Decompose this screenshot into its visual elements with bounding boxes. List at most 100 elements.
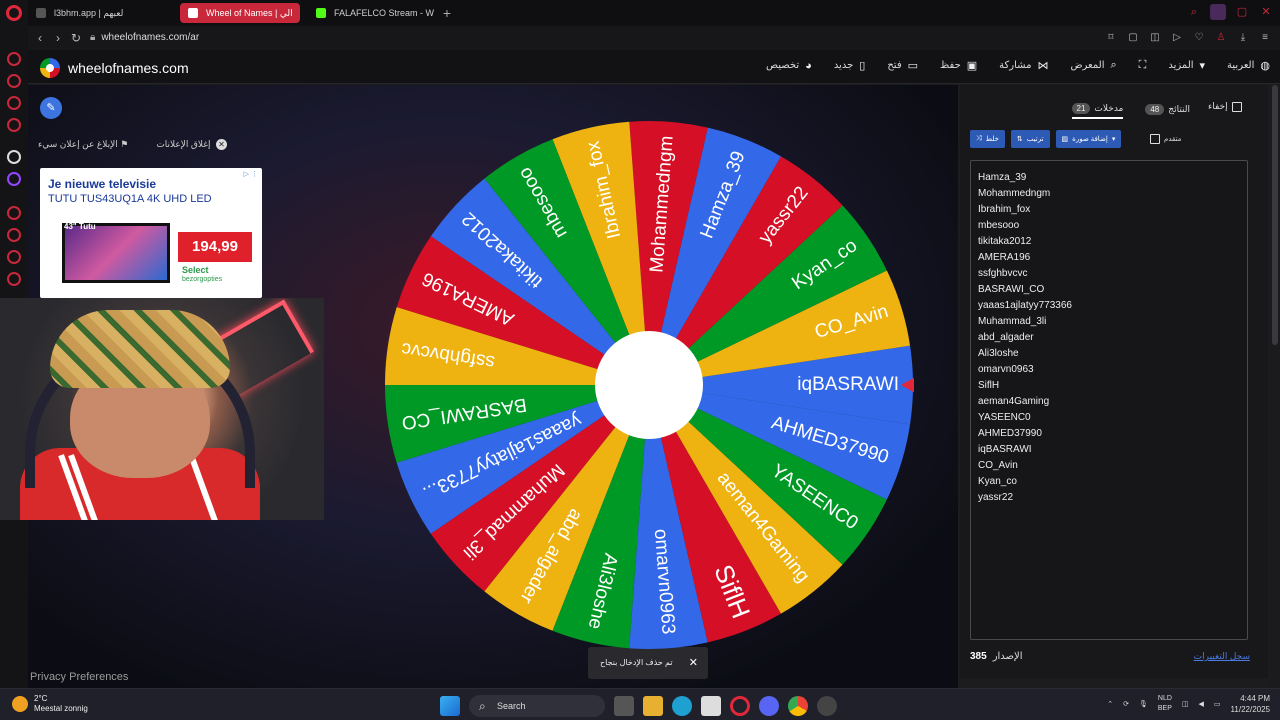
entry-line[interactable]: SiflH <box>978 378 1240 394</box>
shuffle-button[interactable]: ⤨ خلط <box>970 130 1005 148</box>
entry-line[interactable]: abd_algader <box>978 330 1240 346</box>
toast-close-button[interactable]: ✕ <box>689 647 698 679</box>
volume-icon[interactable]: ◀︎ <box>1199 700 1204 708</box>
menu-save[interactable]: ▣ حفظ <box>940 59 977 72</box>
chrome-icon[interactable] <box>788 696 808 716</box>
entry-line[interactable]: aeman4Gaming <box>978 394 1240 410</box>
sidebar-app-icon[interactable] <box>7 96 21 110</box>
entry-line[interactable]: yassr22 <box>978 490 1240 506</box>
advertisement[interactable]: ▷ ⋮ Je nieuwe televisie TUTU TUS43UQ1A 4… <box>40 168 262 298</box>
opera-taskbar-icon[interactable] <box>730 696 750 716</box>
entry-line[interactable]: Ibrahim_fox <box>978 202 1240 218</box>
edge-icon[interactable] <box>672 696 692 716</box>
weather-widget[interactable]: 2°C Meestal zonnig <box>12 694 88 714</box>
heart-icon[interactable]: ♡ <box>1192 30 1206 46</box>
reload-button[interactable]: ↻ <box>68 30 84 46</box>
entry-line[interactable]: iqBASRAWI <box>978 442 1240 458</box>
back-button[interactable]: ‹ <box>32 30 48 46</box>
history-icon[interactable] <box>7 228 21 242</box>
add-image-button[interactable]: ▨ إضافة صورة ▾ <box>1055 130 1122 148</box>
entry-line[interactable]: ssfghbvcvc <box>978 266 1240 282</box>
edit-pencil-button[interactable]: ✎ <box>40 97 62 119</box>
minimize-button[interactable] <box>1210 4 1226 20</box>
report-ad-link[interactable]: الإبلاغ عن إعلان سيء ⚑ <box>38 139 128 150</box>
sidebar-app-icon[interactable] <box>7 206 21 220</box>
network-app-icon[interactable]: ⟳ <box>1123 700 1129 708</box>
entries-textarea[interactable]: Hamza_39 Mohammedngm Ibrahim_fox mbesooo tik… <box>970 160 1248 640</box>
entry-line[interactable]: tikitaka2012 <box>978 234 1240 250</box>
entry-line[interactable]: Muhammad_3li <box>978 314 1240 330</box>
extension-icon[interactable]: ◫ <box>1148 30 1162 46</box>
ad-choices-icon[interactable]: ▷ ⋮ <box>244 170 258 178</box>
download-icon[interactable]: ⤓ <box>1236 30 1250 46</box>
close-ads-link[interactable]: إغلاق الإعلانات ✕ <box>156 139 227 150</box>
entry-line[interactable]: Hamza_39 <box>978 170 1240 186</box>
easy-setup-icon[interactable]: ≡ <box>1258 30 1272 46</box>
store-icon[interactable] <box>701 696 721 716</box>
chevron-up-icon[interactable]: ⌃ <box>1107 700 1113 708</box>
language-indicator[interactable]: NLD BEP <box>1158 694 1172 714</box>
entry-line[interactable]: yaaas1ajlatyy773366 <box>978 298 1240 314</box>
discord-icon[interactable] <box>759 696 779 716</box>
taskbar-search[interactable]: Search <box>469 695 605 717</box>
tab-wheel-of-names[interactable]: Wheel of Names | الي <box>180 3 300 23</box>
url-field[interactable]: 🔒︎ wheelofnames.com/ar <box>90 30 199 46</box>
entry-line[interactable]: Ali3loshe <box>978 346 1240 362</box>
menu-customize[interactable]: ◕ تخصيص <box>766 59 812 72</box>
snapshot-icon[interactable]: ▢ <box>1126 30 1140 46</box>
wifi-icon[interactable]: ◫ <box>1182 700 1189 708</box>
maximize-button[interactable]: ▢ <box>1234 4 1250 20</box>
entry-line[interactable]: BASRAWI_CO <box>978 282 1240 298</box>
twitch-icon[interactable] <box>7 172 21 186</box>
microphone-icon[interactable]: 🎙︎ <box>1139 700 1148 708</box>
close-window-button[interactable]: ✕ <box>1258 4 1274 20</box>
advanced-checkbox[interactable] <box>1150 134 1160 144</box>
menu-more[interactable]: ▾ المزيد <box>1168 59 1205 72</box>
tab-falafelco-stream[interactable]: FALAFELCO Stream - Wat <box>308 3 434 23</box>
tab-results[interactable]: النتائج 48 <box>1145 99 1190 119</box>
task-view-icon[interactable] <box>614 696 634 716</box>
sidebar-app-icon[interactable] <box>7 74 21 88</box>
menu-gallery[interactable]: ⌕ المعرض <box>1070 59 1116 72</box>
sidebar-app-icon[interactable] <box>7 250 21 264</box>
changelog-link[interactable]: سجل التغييرات <box>1194 651 1250 662</box>
settings-icon[interactable] <box>7 272 21 286</box>
menu-share[interactable]: ⋈ مشاركة <box>999 59 1048 72</box>
tab-entries[interactable]: مدخلات 21 <box>1071 99 1124 119</box>
sort-button[interactable]: ⇅ ترتيب <box>1010 130 1050 148</box>
entry-line[interactable]: omarvn0963 <box>978 362 1240 378</box>
sidebar-app-icon[interactable] <box>7 118 21 132</box>
menu-language[interactable]: ◍ العربية <box>1227 59 1270 72</box>
windows-start-icon[interactable] <box>440 696 460 716</box>
forward-button[interactable]: › <box>50 30 66 46</box>
search-tabs-icon[interactable]: ⌕ <box>1186 4 1202 20</box>
advanced-toggle[interactable]: متقدم <box>1150 134 1181 144</box>
wheel-of-names[interactable]: iqBASRAWICO_AvinKyan_coyassr22Hamza_39Mo… <box>384 120 914 650</box>
file-explorer-icon[interactable] <box>643 696 663 716</box>
wheel-center[interactable] <box>595 331 703 439</box>
page-scrollbar[interactable] <box>1270 85 1280 688</box>
menu-new[interactable]: ▯ جديد <box>834 59 866 72</box>
privacy-preferences-link[interactable]: Privacy Preferences <box>30 671 128 683</box>
menu-open[interactable]: ▭ فتح <box>887 59 918 72</box>
entry-line[interactable]: Kyan_co <box>978 474 1240 490</box>
clock[interactable]: 4:44 PM 11/22/2025 <box>1231 693 1270 715</box>
kick-icon[interactable] <box>7 150 21 164</box>
tab-l3bhm[interactable]: l3bhm.app | لعبهم <box>28 3 168 23</box>
menu-fullscreen[interactable]: ⛶ <box>1139 59 1147 72</box>
hide-toggle[interactable]: إخفاء <box>1208 101 1242 112</box>
entry-line[interactable]: YASEENC0 <box>978 410 1240 426</box>
scrollbar-thumb[interactable] <box>1272 85 1278 345</box>
opera-logo-icon[interactable] <box>6 5 22 21</box>
new-tab-button[interactable]: + <box>438 4 456 22</box>
battery-icon[interactable]: ▭ <box>1214 700 1221 708</box>
aria-icon[interactable] <box>7 52 21 66</box>
bookmark-icon[interactable]: ⌑ <box>1104 30 1118 46</box>
hide-checkbox[interactable] <box>1231 101 1242 112</box>
player-icon[interactable]: ▷ <box>1170 30 1184 46</box>
entry-line[interactable]: CO_Avin <box>978 458 1240 474</box>
entry-line[interactable]: mbesooo <box>978 218 1240 234</box>
wallet-icon[interactable]: ♙ <box>1214 30 1228 46</box>
brand[interactable]: wheelofnames.com <box>40 58 189 78</box>
entry-line[interactable]: Mohammedngm <box>978 186 1240 202</box>
